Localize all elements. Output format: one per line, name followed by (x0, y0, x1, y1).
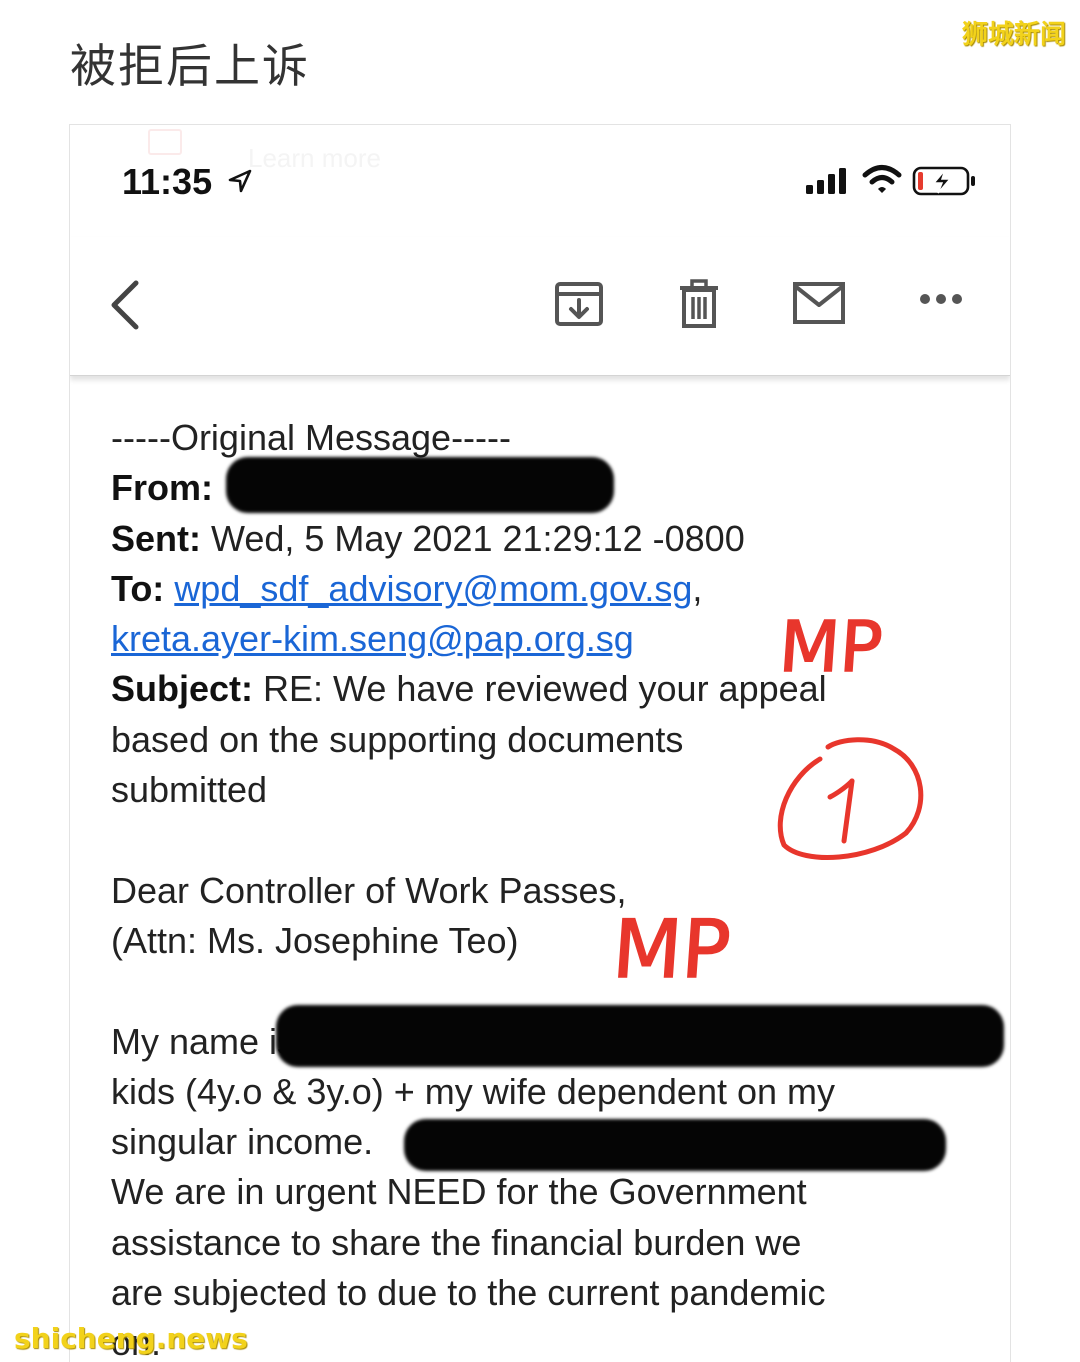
to-label: To: (111, 567, 165, 609)
status-time: 11:35 (122, 161, 213, 202)
annotation-mp-2: MP (616, 905, 734, 991)
redaction-income (404, 1119, 946, 1171)
to-address-link-2[interactable]: kreta.ayer-kim.seng@pap.org.sg (111, 618, 634, 659)
to-separator: , (692, 567, 703, 609)
to-line: To: wpd_sdf_advisory@mom.gov.sg, (111, 564, 991, 614)
watermark-logo-top: 狮城新闻 (961, 20, 1066, 50)
body-line-5: assistance to share the financial burden… (111, 1221, 802, 1263)
more-icon[interactable] (918, 291, 964, 307)
body-line-2: kids (4y.o & 3y.o) + my wife dependent o… (111, 1070, 836, 1112)
trash-icon[interactable] (676, 279, 722, 329)
archive-icon[interactable] (554, 279, 604, 329)
mail-icon[interactable] (792, 281, 846, 325)
redaction-sender (226, 457, 614, 513)
annotation-mp-1: MP (782, 611, 886, 681)
from-label: From: (111, 467, 213, 509)
back-chevron-icon[interactable] (106, 277, 146, 333)
article-title: 被拒后上诉 (70, 39, 310, 93)
body-line-4: We are in urgent NEED for the Government (111, 1171, 807, 1213)
ghost-learn-more: Learn more (248, 143, 381, 173)
annotation-circle-one (777, 737, 924, 860)
to-address-link-1[interactable]: wpd_sdf_advisory@mom.gov.sg (174, 568, 692, 609)
redaction-name (276, 1005, 1004, 1067)
annotation-mp-2-text: MP (616, 905, 733, 991)
greeting-line-2: (Attn: Ms. Josephine Teo) (111, 919, 519, 961)
sent-line: Sent: Wed, 5 May 2021 21:29:12 -0800 (111, 514, 991, 564)
wifi-icon (862, 165, 902, 193)
original-message-header: -----Original Message----- (111, 417, 512, 458)
email-toolbar (70, 237, 1010, 376)
subject-label: Subject: (111, 668, 254, 710)
subject-text-1: RE: We have reviewed your appeal (253, 668, 827, 710)
sent-label: Sent: (111, 517, 201, 559)
location-arrow-icon (228, 169, 252, 193)
phone-screenshot: Learn more 11:35 -----Original Message--… (69, 124, 1011, 1362)
watermark-logo-bottom: shicheng.news (14, 1322, 248, 1355)
signal-bars-icon (806, 168, 846, 194)
battery-charging-icon (912, 166, 975, 196)
sent-value: Wed, 5 May 2021 21:29:12 -0800 (201, 517, 745, 559)
email-body: -----Original Message----- From: Sent: W… (111, 413, 991, 1362)
annotation-mp-1-text: MP (782, 611, 885, 681)
body-line-6: are subjected to due to the current pand… (111, 1272, 826, 1314)
greeting-line-1: Dear Controller of Work Passes, (111, 869, 627, 911)
ghost-ad-icon (148, 129, 182, 155)
